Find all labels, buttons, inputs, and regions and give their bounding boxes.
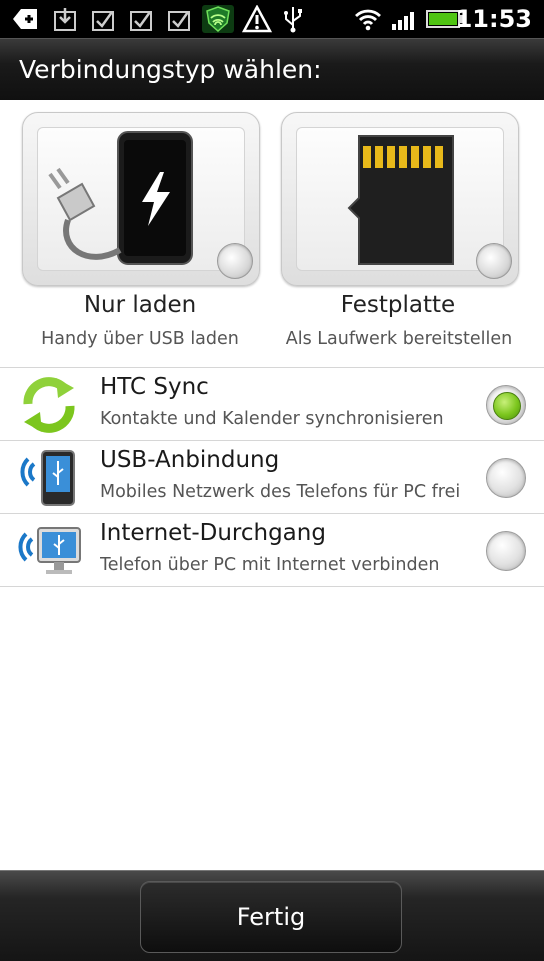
dialog-title: Verbindungstyp wählen: (19, 55, 322, 84)
divider (0, 586, 544, 587)
tile-disk-drive-radio[interactable] (476, 243, 512, 279)
charge-illustration (37, 127, 245, 271)
option-internet-passthrough-radio[interactable] (486, 531, 526, 571)
usb-icon (281, 5, 305, 33)
tile-charge-only-radio[interactable] (217, 243, 253, 279)
warning-icon (241, 5, 273, 33)
option-htc-sync[interactable]: HTC Sync Kontakte und Kalender synchroni… (0, 368, 544, 441)
tile-disk-drive-subtitle: Als Laufwerk bereitstellen (285, 329, 513, 349)
usb-tethering-icon (16, 447, 82, 509)
connection-type-list: Nur laden Handy über USB laden Festplatt… (0, 100, 544, 870)
check-icon (128, 5, 154, 33)
signal-icon (391, 5, 419, 33)
internet-passthrough-icon (16, 520, 82, 582)
radio-selected-indicator (493, 392, 521, 420)
bottom-action-bar: Fertig (0, 870, 544, 961)
option-usb-tethering[interactable]: USB-Anbindung Mobiles Netzwerk des Telef… (0, 441, 544, 514)
status-bar: 11:53 (0, 0, 544, 38)
option-htc-sync-title: HTC Sync (100, 374, 209, 400)
dialog-title-bar: Verbindungstyp wählen: (0, 38, 544, 101)
tile-charge-only-title: Nur laden (83, 292, 197, 318)
sd-card-icon (347, 135, 454, 265)
download-icon (52, 5, 78, 33)
option-usb-tethering-subtitle: Mobiles Netzwerk des Telefons für PC fre… (100, 482, 461, 502)
status-time: 11:53 (455, 5, 532, 33)
add-icon (10, 5, 40, 33)
tile-disk-drive-title: Festplatte (340, 292, 456, 318)
option-internet-passthrough[interactable]: Internet-Durchgang Telefon über PC mit I… (0, 514, 544, 587)
tile-charge-only-subtitle: Handy über USB laden (41, 329, 239, 349)
done-button[interactable]: Fertig (140, 881, 402, 953)
disk-illustration (296, 127, 504, 271)
option-internet-passthrough-title: Internet-Durchgang (100, 520, 326, 546)
option-usb-tethering-title: USB-Anbindung (100, 447, 280, 473)
sync-icon (16, 374, 82, 436)
phone-charger-icon (48, 131, 193, 265)
option-usb-tethering-radio[interactable] (486, 458, 526, 498)
tile-charge-only[interactable] (22, 112, 260, 286)
check-icon (166, 5, 192, 33)
option-htc-sync-subtitle: Kontakte und Kalender synchronisieren (100, 409, 444, 429)
shield-icon (202, 5, 234, 33)
check-icon (90, 5, 116, 33)
option-internet-passthrough-subtitle: Telefon über PC mit Internet verbinden (100, 555, 440, 575)
wifi-icon (352, 5, 384, 33)
tile-disk-drive[interactable] (281, 112, 519, 286)
option-htc-sync-radio[interactable] (486, 385, 526, 425)
